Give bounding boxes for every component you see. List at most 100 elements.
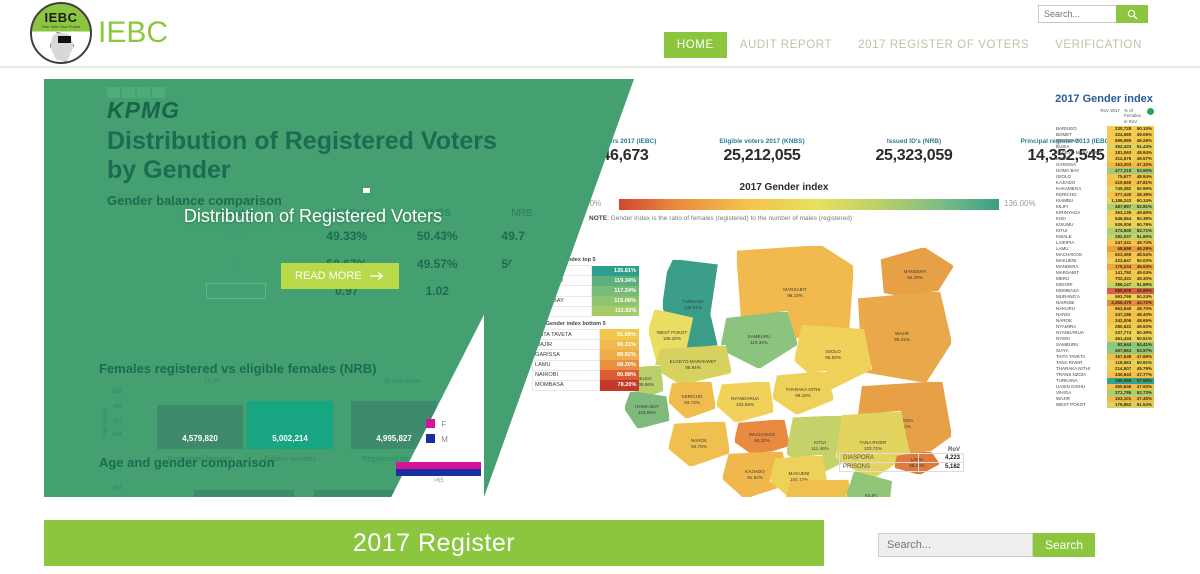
females-chart-ylabel: Total Voters [103,407,109,439]
county-pct: 46.29% [1133,245,1154,252]
county-pct: 48.94% [1133,173,1154,180]
bottom5-value: 88.20% [599,360,639,371]
county-pct: 48.40% [1133,311,1154,318]
map-county-label: TURKANA 135.61% [682,299,704,310]
map-county-label: WAJIR 90.31% [894,331,910,342]
nav-item-2017-register-of-voters[interactable]: 2017 REGISTER OF VOTERS [845,32,1042,58]
bottom5-value: 80.88% [599,370,639,381]
county-pct: 49.30% [1133,275,1154,282]
bottom5-value: 91.06% [599,329,639,340]
flag-icon [58,36,71,43]
bottom5-row: WAJIR 90.31% [531,339,639,351]
county-pct: 47.45% [1133,395,1154,402]
legend-label-m: M [441,435,448,444]
top5-value: 135.81% [591,265,639,276]
kpi-row: Registered voters 2017 (IEBC) 19,646,673… [534,138,1142,165]
bottom5-row: GARISSA 89.82% [531,349,639,361]
bottom5-value: 78.20% [599,380,639,391]
note-text: : Gender Index is the ratio of females (… [607,215,853,222]
kpi-value: 25,323,059 [875,147,953,164]
age-stack-0: 22.68% 23.60% 18-34 [194,490,294,497]
county-row: WEST POKOT 179,862 51.54% [1054,401,1154,408]
gender-balance-title: Gender balance comparison [107,193,282,208]
map-county-label: ISIOLO 95.83% [825,349,841,360]
legend-dot-icon [1147,108,1154,115]
site-header: IEBC Your Vote Your Future IEBC HOME AUD… [0,0,1200,68]
county-pct: 48.70% [1133,305,1154,312]
map-county-label: NAROK 94.75% [690,438,708,449]
group-label-18-34: 18-34 [204,379,220,385]
gender-col-2: KNBS [423,208,451,219]
sidebar-search-button[interactable]: Search [1033,533,1096,557]
legend-female: F [426,419,446,429]
hero-slider[interactable]: Registered voters 2017 (IEBC) 19,646,673… [44,79,1156,497]
nav-item-home[interactable]: HOME [663,32,727,58]
sidebar-search-input[interactable] [878,533,1033,557]
county-rov: 1,186,243 [1107,197,1134,204]
map-county-label: ELGEYO MARAKWET 96.94% [669,359,717,370]
county-pct: 49.06% [1133,131,1154,138]
county-pct: 43.89% [1133,287,1154,294]
extras-label: DIASPORA [839,453,919,463]
gender-col-0: Gender [219,208,253,219]
note-prefix: NOTE [589,215,608,222]
ytick-0m: 0M [113,432,122,438]
county-pct: 47.93% [1133,383,1154,390]
county-pct: 49.93% [1133,323,1154,330]
county-pct: 47.77% [1133,371,1154,378]
extras-label: PRISONS [839,462,919,472]
legend-swatch-m-icon [426,434,435,443]
brand-logo[interactable]: IEBC Your Vote Your Future IEBC [30,2,168,64]
top5-value: 119.34% [591,275,639,286]
county-pct: 53.97% [1133,347,1154,354]
bottom5-row: LAMU 88.20% [531,359,639,371]
county-pct: 44.72% [1133,299,1154,306]
register-banner[interactable]: 2017 Register [44,520,824,566]
county-pct: 50.91% [1133,359,1154,366]
female-icon: ♀♂ [224,227,249,244]
age-top-value: 22.68% [194,490,294,497]
extras-table: RoV DIASPORA 4,223 PRISONS 5,182 [839,447,965,472]
gender-value: 49.57% [416,257,458,271]
county-pct: 50.79% [1133,221,1154,228]
bottom5-row: MOMBASA 78.20% [531,379,639,392]
header-search-input[interactable] [1038,5,1116,23]
bar-1: 5,002,214 Eligible females [247,401,333,463]
nav-item-audit-report[interactable]: AUDIT REPORT [727,32,845,58]
legend-label-f: F [441,420,447,429]
age-bar-over-65-label: >65 [433,478,444,484]
gender-value: 49.33% [326,229,368,243]
sidebar-search[interactable]: Search [878,533,1096,557]
map-county-label: NYANDARUA 102.58% [730,396,760,407]
kenya-choropleth-map: TURKANA 135.61% MARSABIT 96.23% MANDERA 94.… [624,239,1024,497]
legend-male: M [426,434,448,444]
kpi-eligible-voters: Eligible voters 2017 (KNBS) 25,212,055 [686,138,838,165]
ytick-8m: 8M [113,486,122,492]
bottom5-table: TAITA TAVETA 91.06% WAJIR 90.31% GARISSA… [531,328,639,392]
header-search-button[interactable] [1116,5,1148,23]
county-pct: 51.85% [1133,233,1154,240]
read-more-button[interactable]: READ MORE [281,263,399,289]
nav-item-verification[interactable]: VERIFICATION [1042,32,1155,58]
county-pct: 54.41% [1133,341,1154,348]
bottom5-county: MOMBASA [531,379,601,392]
county-pct: 53.50% [1133,167,1154,174]
kpi-value: 25,212,055 [723,147,801,164]
county-pct: 52.73% [1133,389,1154,396]
county-pct: 49.57% [1133,155,1154,162]
county-pct: 50.38% [1133,215,1154,222]
bottom5-row: NAIROBI 80.88% [531,369,639,381]
extras-value: 5,182 [917,462,965,472]
county-pct: 46.53% [1133,263,1154,270]
county-pct: 48.65% [1133,317,1154,324]
county-table-title: 2017 Gender index [1055,93,1153,105]
county-pct: 47.81% [1133,179,1154,186]
kpi-issued-ids: Issued ID's (NRB) 25,323,059 [838,138,990,165]
header-search[interactable] [1038,5,1148,23]
gender-index-box: Gender Index [206,283,267,299]
top5-value: 117.24% [591,285,639,297]
scale-max-label: 136.00% [1004,199,1036,208]
gender-value: 1.02 [425,284,449,298]
extras-value: 4,223 [917,453,965,463]
gender-index-heading: 2017 Gender index [739,182,829,193]
